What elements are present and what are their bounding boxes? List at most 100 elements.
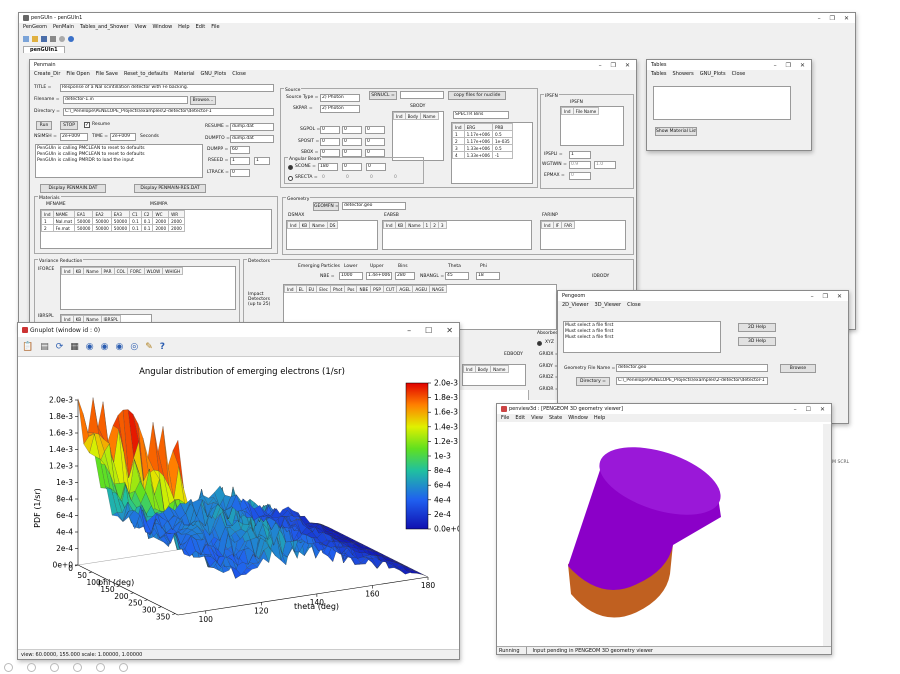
minimize-icon[interactable]: – xyxy=(818,15,821,22)
column-header[interactable]: AGEU xyxy=(412,285,431,293)
nbangl-phi-input[interactable]: 18 xyxy=(476,272,500,280)
sgpol-x[interactable]: 0 xyxy=(320,126,340,134)
sposit-y[interactable]: 0 xyxy=(342,138,362,146)
penmain-menu-reset-to-defaults[interactable]: Reset_to_defaults xyxy=(124,71,168,77)
table-cell[interactable]: -1 xyxy=(491,151,513,159)
maximize-icon[interactable]: ❐ xyxy=(830,15,835,22)
viewer-menu-help[interactable]: Help xyxy=(594,415,605,421)
penmain-menu-create-dir[interactable]: Create_Dir xyxy=(34,71,60,77)
main-menu-edit[interactable]: Edit xyxy=(196,24,206,30)
table-cell[interactable]: 0.5 xyxy=(491,144,513,152)
directory-input[interactable]: C:\_Penelope\PENELOPE_Projects\examples\… xyxy=(63,108,274,116)
sposit-z[interactable]: 0 xyxy=(365,138,385,146)
column-header[interactable]: EU xyxy=(305,285,318,293)
table-cell[interactable]: 1.17e+006 xyxy=(463,130,493,138)
table-cell[interactable]: 1 xyxy=(41,217,54,225)
table-cell[interactable]: 50000 xyxy=(92,224,112,232)
spectr-select[interactable]: SPECTR Bins xyxy=(453,111,509,119)
column-header[interactable]: Ind xyxy=(61,267,74,275)
column-header[interactable]: Body xyxy=(404,112,422,120)
grid-icon[interactable]: ▦ xyxy=(70,342,79,352)
viewer-scrollbar[interactable] xyxy=(823,424,831,646)
column-header[interactable]: PAR xyxy=(100,267,115,275)
wgtwin-input-1[interactable]: 0.9 xyxy=(569,161,591,169)
close-icon[interactable]: ✕ xyxy=(446,326,453,335)
column-header[interactable]: WR xyxy=(168,210,185,218)
geometry-file-input[interactable]: detector.geo xyxy=(616,364,768,372)
open-file-icon[interactable] xyxy=(32,36,38,42)
column-header[interactable]: C1 xyxy=(129,210,142,218)
refresh-icon[interactable] xyxy=(73,662,82,672)
rseed-input-1[interactable]: 1 xyxy=(230,157,250,165)
table-cell[interactable]: 0.1 xyxy=(140,224,154,232)
pengeom-menu-3d-viewer[interactable]: 3D_Viewer xyxy=(595,302,622,308)
forward-icon[interactable] xyxy=(27,662,36,672)
table-cell[interactable]: 50000 xyxy=(110,224,131,232)
main-menu-pengeom[interactable]: PenGeom xyxy=(23,24,47,30)
tables-menu-close[interactable]: Close xyxy=(732,71,746,77)
column-header[interactable]: Elec xyxy=(316,285,331,293)
column-header[interactable]: Ind xyxy=(393,112,406,120)
table-cell[interactable]: 0.5 xyxy=(491,130,513,138)
maximize-icon[interactable]: ❐ xyxy=(786,62,791,69)
column-header[interactable]: Name xyxy=(490,365,509,373)
column-header[interactable]: 2 xyxy=(430,221,439,229)
column-header[interactable]: CUT xyxy=(382,285,398,293)
column-header[interactable]: ERG xyxy=(463,123,493,131)
directory-button[interactable]: Directory = xyxy=(576,377,610,386)
main-menu-penmain[interactable]: PenMain xyxy=(53,24,74,30)
scone-radio[interactable] xyxy=(288,165,293,170)
tables-menu-showers[interactable]: Showers xyxy=(673,71,694,77)
srnucl-button[interactable]: SRNUCL = xyxy=(369,91,397,100)
column-header[interactable]: Pos xyxy=(344,285,358,293)
help-icon[interactable] xyxy=(68,36,74,42)
table-cell[interactable]: 2000 xyxy=(168,217,185,225)
back-icon[interactable] xyxy=(4,662,13,672)
table-cell[interactable]: 1.17e+006 xyxy=(463,137,493,145)
nbe-lower-input[interactable]: 1000 xyxy=(339,272,363,280)
table-cell[interactable]: 50000 xyxy=(74,224,94,232)
penmain-menu-gnu-plots[interactable]: GNU_Plots xyxy=(200,71,226,77)
table-cell[interactable]: 3 xyxy=(452,144,465,152)
column-header[interactable]: WHIGH xyxy=(162,267,184,275)
maximize-icon[interactable]: ☐ xyxy=(425,326,432,335)
title-input[interactable]: Response of a NaI scintillation detector… xyxy=(60,84,274,92)
geometry-3d-view[interactable] xyxy=(497,424,831,646)
scone-input-3[interactable]: 0 xyxy=(366,163,386,171)
geomfn-button[interactable]: GEOMFN = xyxy=(313,202,339,211)
main-menu-help[interactable]: Help xyxy=(178,24,189,30)
settings-icon[interactable]: ✎ xyxy=(145,342,153,352)
geomfn-input[interactable]: detector.geo xyxy=(342,202,406,210)
pengeom-menu-close[interactable]: Close xyxy=(627,302,641,308)
column-header[interactable]: Name xyxy=(420,112,439,120)
table-cell[interactable]: 50000 xyxy=(92,217,112,225)
table-cell[interactable]: 2 xyxy=(41,224,54,232)
table-row[interactable]: 2 1.17e+006 1e-035 xyxy=(452,137,513,145)
pengeom-menu-2d-viewer[interactable]: 2D_Viewer xyxy=(562,302,589,308)
sbody-table[interactable]: Ind Body Name xyxy=(392,111,444,161)
table-cell[interactable]: 1e-035 xyxy=(491,137,513,145)
main-menu-window[interactable]: Window xyxy=(152,24,172,30)
penmain-menu-close[interactable]: Close xyxy=(232,71,246,77)
nsimsh-input[interactable]: 2e+009 xyxy=(60,133,88,141)
table-cell[interactable]: 0.1 xyxy=(129,217,142,225)
farinp-table[interactable]: Ind IF FAR xyxy=(540,220,626,250)
resume-field-input[interactable]: dump.dat xyxy=(230,123,274,131)
column-header[interactable]: Ind xyxy=(41,210,54,218)
viewer-menu-state[interactable]: State xyxy=(549,415,562,421)
browse-button[interactable]: Browse... xyxy=(190,96,216,105)
eabsb-table[interactable]: Ind KB Name 1 2 3 xyxy=(382,220,532,250)
sbox-x[interactable]: 0 xyxy=(320,149,340,157)
main-menu-tables-and-shower[interactable]: Tables_and_Shower xyxy=(80,24,129,30)
dumpto-input[interactable]: dump.dat xyxy=(230,135,274,143)
column-header[interactable]: Ind xyxy=(452,123,465,131)
close-icon[interactable]: ✕ xyxy=(837,293,842,300)
table-cell[interactable]: 1.33e+006 xyxy=(463,151,493,159)
srecta-radio[interactable] xyxy=(288,176,293,181)
column-header[interactable]: WC xyxy=(152,210,170,218)
scone-input-2[interactable]: 0 xyxy=(342,163,362,171)
column-header[interactable]: NAGE xyxy=(429,285,447,293)
edbody-table[interactable]: Ind Body Name xyxy=(462,364,526,386)
table-cell[interactable]: NaI.mat xyxy=(52,217,76,225)
sbox-y[interactable]: 0 xyxy=(342,149,362,157)
